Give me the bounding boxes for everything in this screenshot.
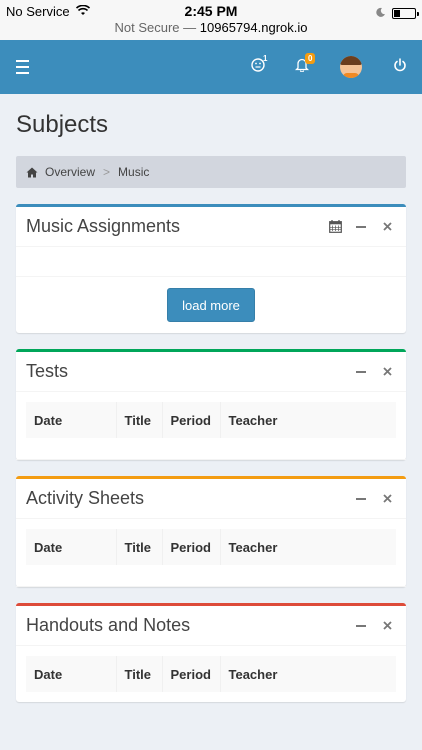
tests-box-tools	[352, 363, 396, 381]
tests-table-footer	[16, 448, 406, 460]
activity-box-tools	[352, 490, 396, 508]
column-header-period[interactable]: Period	[162, 529, 221, 565]
handouts-box-title: Handouts and Notes	[26, 615, 191, 635]
handouts-box: Handouts and Notes Date Title Period Tea…	[16, 603, 406, 702]
url-security-label: Not Secure —	[114, 20, 197, 35]
load-more-button[interactable]: load more	[167, 288, 255, 322]
close-icon[interactable]	[378, 218, 396, 236]
column-header-title[interactable]: Title	[116, 402, 163, 438]
activity-table: Date Title Period Teacher	[26, 529, 396, 565]
assignments-box-header: Music Assignments	[16, 207, 406, 247]
main-content: Subjects Overview > Music Music Assignme…	[0, 110, 422, 702]
close-icon[interactable]	[378, 490, 396, 508]
home-icon	[26, 167, 38, 178]
assignments-footer: load more	[16, 277, 406, 333]
column-header-period[interactable]: Period	[162, 656, 221, 692]
app-header: 1 0	[0, 40, 422, 94]
column-header-title[interactable]: Title	[116, 656, 163, 692]
activity-sheets-box: Activity Sheets Date Title Period Teache…	[16, 476, 406, 587]
handouts-box-header: Handouts and Notes	[16, 606, 406, 646]
table-header-row: Date Title Period Teacher	[26, 656, 396, 692]
power-icon	[393, 57, 407, 77]
assignments-list	[16, 247, 406, 277]
breadcrumb-current: Music	[118, 165, 150, 179]
assignments-box-title: Music Assignments	[26, 216, 181, 236]
breadcrumb-home-link[interactable]: Overview	[45, 165, 95, 179]
notifications-button[interactable]: 0	[290, 40, 316, 94]
handouts-table: Date Title Period Teacher	[26, 656, 396, 692]
activity-box-header: Activity Sheets	[16, 479, 406, 519]
close-icon[interactable]	[378, 363, 396, 381]
collapse-icon[interactable]	[352, 617, 370, 635]
activity-table-footer	[16, 575, 406, 587]
breadcrumb-separator: >	[103, 165, 111, 179]
column-header-teacher[interactable]: Teacher	[220, 402, 396, 438]
browser-status-bar: No Service 2:45 PM Not Secure — 10965794…	[0, 0, 422, 40]
tests-box-header: Tests	[16, 352, 406, 392]
table-header-row: Date Title Period Teacher	[26, 529, 396, 565]
assignments-box: Music Assignments load more	[16, 204, 406, 333]
url-host: 10965794.ngrok.io	[199, 20, 308, 35]
handouts-box-tools	[352, 617, 396, 635]
collapse-icon[interactable]	[352, 490, 370, 508]
column-header-teacher[interactable]: Teacher	[220, 529, 396, 565]
activity-box-title: Activity Sheets	[26, 488, 145, 508]
tests-box-title: Tests	[26, 361, 69, 381]
handouts-box-body: Date Title Period Teacher	[16, 646, 406, 702]
collapse-icon[interactable]	[352, 218, 370, 236]
menu-button[interactable]	[8, 40, 36, 94]
page-title: Subjects	[16, 111, 109, 138]
close-icon[interactable]	[378, 617, 396, 635]
column-header-teacher[interactable]: Teacher	[220, 656, 396, 692]
column-header-period[interactable]: Period	[162, 402, 221, 438]
tests-box-body: Date Title Period Teacher	[16, 392, 406, 448]
assignments-box-tools	[326, 218, 396, 236]
column-header-date[interactable]: Date	[26, 656, 117, 692]
messages-button[interactable]: 1	[246, 40, 270, 94]
menu-icon	[15, 58, 29, 76]
calendar-icon[interactable]	[326, 218, 344, 236]
avatar	[340, 56, 362, 78]
column-header-date[interactable]: Date	[26, 402, 117, 438]
table-header-row: Date Title Period Teacher	[26, 402, 396, 438]
tests-box: Tests Date Title Period Teacher	[16, 349, 406, 460]
logout-button[interactable]	[388, 40, 412, 94]
collapse-icon[interactable]	[352, 363, 370, 381]
user-menu-button[interactable]	[338, 40, 364, 94]
clock: 2:45 PM	[184, 3, 238, 19]
tests-table: Date Title Period Teacher	[26, 402, 396, 438]
activity-box-body: Date Title Period Teacher	[16, 519, 406, 575]
breadcrumb: Overview > Music	[16, 156, 406, 188]
column-header-title[interactable]: Title	[116, 529, 163, 565]
url-bar[interactable]: Not Secure — 10965794.ngrok.io	[0, 20, 422, 35]
messages-count-badge: 1	[263, 54, 268, 63]
column-header-date[interactable]: Date	[26, 529, 117, 565]
notifications-count-badge: 0	[305, 53, 316, 64]
battery-icon	[392, 7, 419, 19]
